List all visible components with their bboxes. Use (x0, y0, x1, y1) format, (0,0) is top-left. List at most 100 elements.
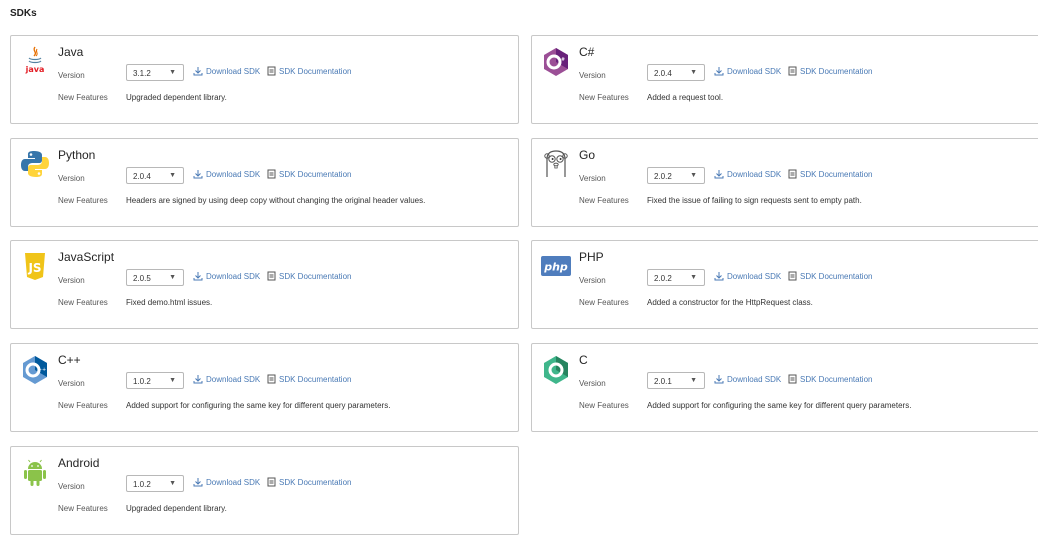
sdk-name: C# (579, 45, 595, 59)
download-sdk-link[interactable]: Download SDK (193, 477, 260, 487)
svg-text:++: ++ (38, 367, 46, 373)
sdk-card-android: Android Version 1.0.2 ▼ Download SDK SDK… (10, 446, 519, 535)
version-value: 2.0.1 (654, 377, 672, 386)
download-sdk-link[interactable]: Download SDK (193, 66, 260, 76)
features-text: Upgraded dependent library. (126, 504, 227, 513)
features-text: Added a request tool. (647, 93, 724, 102)
chevron-down-icon: ▼ (169, 377, 176, 384)
download-sdk-link[interactable]: Download SDK (714, 271, 781, 281)
svg-text:java: java (25, 65, 45, 74)
sdk-documentation-link[interactable]: SDK Documentation (267, 169, 351, 179)
svg-text:php: php (543, 261, 568, 274)
new-features-label: New Features (58, 401, 108, 410)
version-select[interactable]: 2.0.4 ▼ (126, 167, 184, 184)
version-select[interactable]: 3.1.2 ▼ (126, 64, 184, 81)
document-icon (267, 374, 276, 384)
sdk-documentation-link[interactable]: SDK Documentation (788, 271, 872, 281)
download-icon (193, 170, 203, 179)
download-sdk-link[interactable]: Download SDK (193, 169, 260, 179)
version-value: 1.0.2 (133, 377, 151, 386)
docs-label: SDK Documentation (279, 66, 352, 76)
download-label: Download SDK (727, 271, 782, 281)
download-sdk-link[interactable]: Download SDK (714, 169, 781, 179)
version-select[interactable]: 1.0.2 ▼ (126, 475, 184, 492)
sdk-documentation-link[interactable]: SDK Documentation (788, 374, 872, 384)
sdk-name: Go (579, 148, 596, 162)
features-text: Added a constructor for the HttpRequest … (647, 298, 813, 307)
version-value: 2.0.2 (654, 172, 672, 181)
version-label: Version (58, 482, 85, 491)
version-value: 2.0.2 (654, 274, 672, 283)
document-icon (788, 374, 797, 384)
download-sdk-link[interactable]: Download SDK (193, 374, 260, 384)
version-label: Version (579, 71, 606, 80)
android-logo-icon (19, 455, 51, 489)
new-features-label: New Features (58, 196, 108, 205)
download-icon (714, 170, 724, 179)
download-label: Download SDK (206, 374, 261, 384)
document-icon (788, 271, 797, 281)
sdk-documentation-link[interactable]: SDK Documentation (267, 66, 351, 76)
go-gopher-icon (540, 147, 572, 181)
download-label: Download SDK (206, 66, 261, 76)
version-value: 2.0.4 (133, 172, 151, 181)
new-features-label: New Features (58, 504, 108, 513)
version-value: 2.0.5 (133, 274, 151, 283)
new-features-label: New Features (58, 298, 108, 307)
download-icon (193, 272, 203, 281)
c-logo-icon (540, 352, 572, 386)
sdk-name: C++ (58, 353, 81, 367)
sdk-documentation-link[interactable]: SDK Documentation (267, 271, 351, 281)
version-select[interactable]: 1.0.2 ▼ (126, 372, 184, 389)
features-text: Added support for configuring the same k… (126, 401, 391, 410)
chevron-down-icon: ▼ (169, 274, 176, 281)
sdk-documentation-link[interactable]: SDK Documentation (788, 66, 872, 76)
version-select[interactable]: 2.0.2 ▼ (647, 167, 705, 184)
version-label: Version (579, 174, 606, 183)
download-icon (193, 478, 203, 487)
download-icon (193, 67, 203, 76)
document-icon (788, 169, 797, 179)
sdk-card-go: Go Version 2.0.2 ▼ Download SDK SDK Docu… (531, 138, 1038, 227)
features-text: Upgraded dependent library. (126, 93, 227, 102)
sdk-documentation-link[interactable]: SDK Documentation (788, 169, 872, 179)
sdk-card-cpp: ++ C++ Version 1.0.2 ▼ Download SDK SDK … (10, 343, 519, 432)
sdk-name: Java (58, 45, 84, 59)
version-select[interactable]: 2.0.5 ▼ (126, 269, 184, 286)
chevron-down-icon: ▼ (690, 172, 697, 179)
chevron-down-icon: ▼ (690, 274, 697, 281)
version-label: Version (579, 379, 606, 388)
download-label: Download SDK (727, 169, 782, 179)
sdk-documentation-link[interactable]: SDK Documentation (267, 374, 351, 384)
features-text: Fixed the issue of failing to sign reque… (647, 196, 862, 205)
version-select[interactable]: 2.0.2 ▼ (647, 269, 705, 286)
new-features-label: New Features (579, 93, 629, 102)
docs-label: SDK Documentation (800, 374, 873, 384)
version-value: 2.0.4 (654, 69, 672, 78)
document-icon (267, 477, 276, 487)
version-select[interactable]: 2.0.4 ▼ (647, 64, 705, 81)
sdk-name: Python (58, 148, 96, 162)
sdk-name: JavaScript (58, 250, 115, 264)
docs-label: SDK Documentation (279, 169, 352, 179)
svg-text:#: # (561, 57, 565, 63)
python-logo-icon (19, 147, 51, 181)
download-sdk-link[interactable]: Download SDK (714, 374, 781, 384)
download-icon (714, 67, 724, 76)
version-label: Version (579, 276, 606, 285)
sdk-documentation-link[interactable]: SDK Documentation (267, 477, 351, 487)
cpp-logo-icon: ++ (19, 352, 51, 386)
download-label: Download SDK (727, 66, 782, 76)
docs-label: SDK Documentation (279, 374, 352, 384)
download-label: Download SDK (206, 271, 261, 281)
download-sdk-link[interactable]: Download SDK (714, 66, 781, 76)
version-select[interactable]: 2.0.1 ▼ (647, 372, 705, 389)
download-sdk-link[interactable]: Download SDK (193, 271, 260, 281)
new-features-label: New Features (579, 401, 629, 410)
chevron-down-icon: ▼ (169, 480, 176, 487)
features-text: Added support for configuring the same k… (647, 401, 912, 410)
features-text: Fixed demo.html issues. (126, 298, 213, 307)
version-label: Version (58, 71, 85, 80)
new-features-label: New Features (58, 93, 108, 102)
chevron-down-icon: ▼ (690, 377, 697, 384)
